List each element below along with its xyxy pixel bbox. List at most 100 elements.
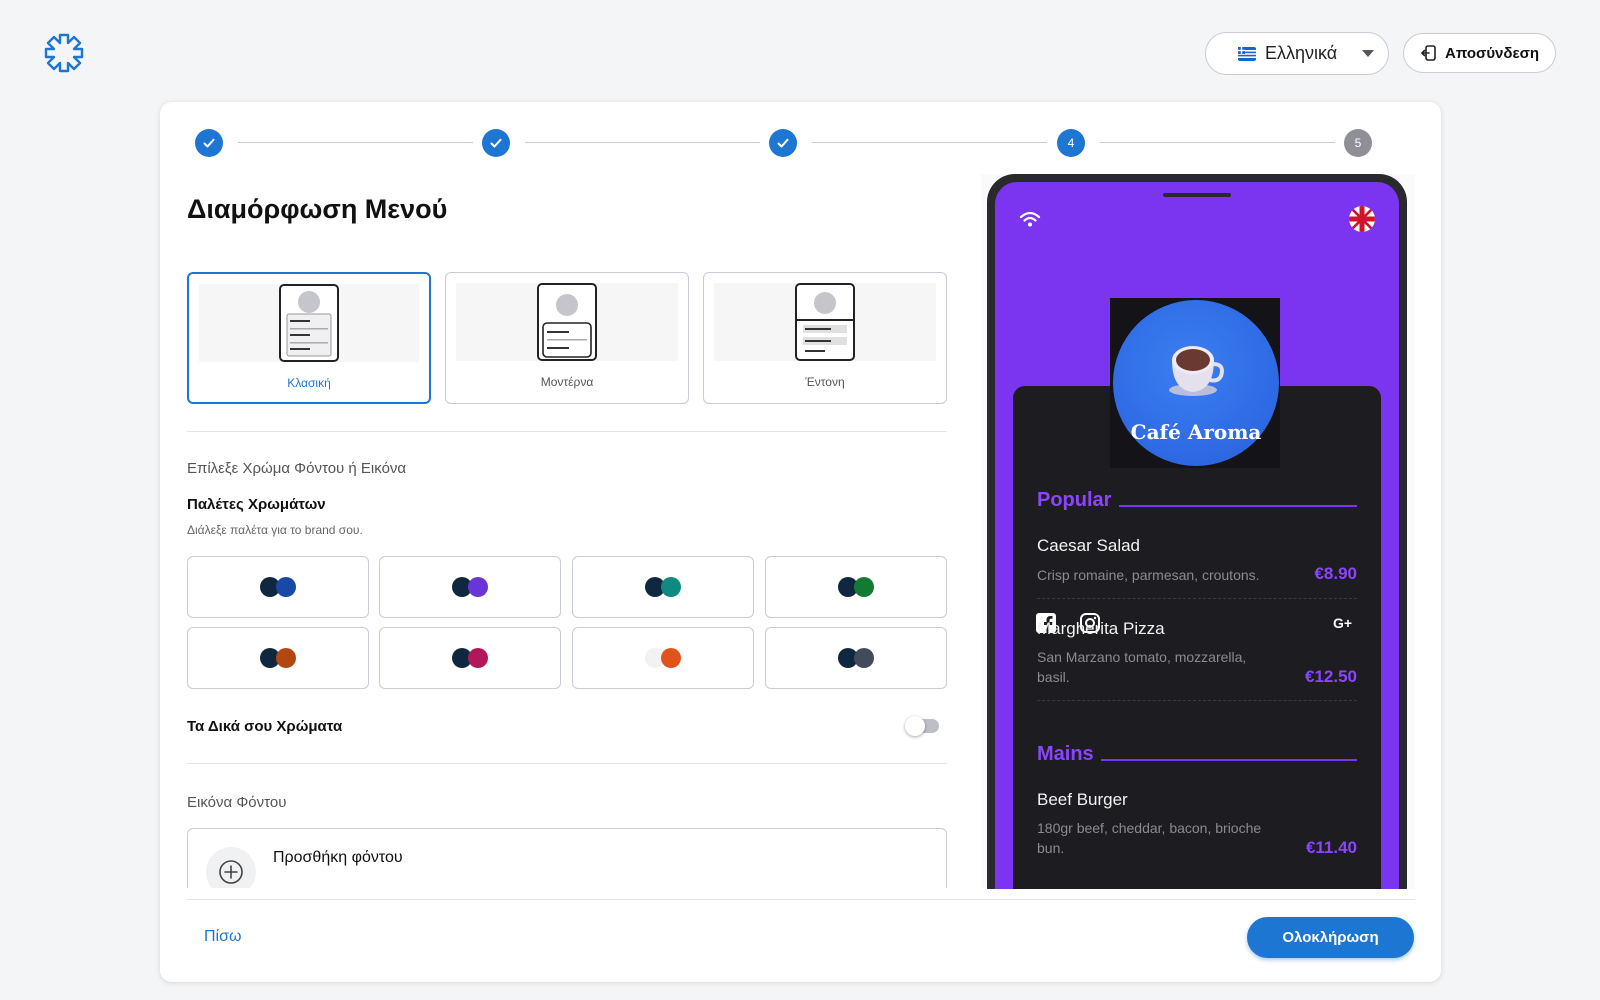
uk-flag-icon[interactable] [1349,206,1375,232]
palette-grid [187,556,947,690]
menu-item-separator [1037,598,1357,599]
palette-swatch [452,648,492,668]
add-background-upload[interactable]: Προσθήκη φόντου [187,828,947,888]
google-plus-icon[interactable]: G+ [1333,615,1357,631]
menu-item-price: €8.90 [1314,564,1357,583]
finish-button[interactable]: Ολοκλήρωση [1247,917,1414,958]
step-connector [812,142,1047,143]
template-thumbnail [456,283,678,361]
palettes-title: Παλέτες Χρωμάτων [187,496,326,513]
back-button[interactable]: Πίσω [204,928,241,946]
template-classic-preview-icon [279,284,339,362]
palette-option[interactable] [765,556,947,618]
menu-item-description: San Marzano tomato, mozzarella, basil. [1037,649,1247,685]
toggle-knob [905,716,925,736]
phone-frame: G+ Popular Caesar Salad Crisp romaine, p… [987,174,1407,889]
language-select-value: Ελληνικά [1265,43,1338,63]
step-connector [525,142,760,143]
palette-option[interactable] [572,627,754,689]
palette-accent-dot [276,648,296,668]
check-icon [777,138,789,148]
palette-option[interactable] [765,627,947,689]
background-image-label: Εικόνα Φόντου [187,794,287,811]
background-section-label: Επίλεξε Χρώμα Φόντου ή Εικόνα [187,460,407,477]
template-label: Έντονη [805,375,845,389]
palette-option[interactable] [572,556,754,618]
app-logo-icon [44,33,84,73]
menu-item-name: Beef Burger [1037,790,1128,809]
wifi-icon [1019,211,1041,227]
stepper: 4 5 [195,128,1395,158]
step-2-complete[interactable] [482,129,510,157]
brand-logo: Café Aroma [1110,298,1280,468]
step-connector [1100,142,1335,143]
palette-swatch [452,577,492,597]
menu-preview: G+ Popular Caesar Salad Crisp romaine, p… [981,174,1415,889]
logout-icon [1421,45,1436,61]
own-colors-label: Τα Δικά σου Χρώματα [187,718,343,735]
menu-item-description: Crisp romaine, parmesan, croutons. [1037,567,1260,583]
language-select[interactable]: Ελληνικά [1205,32,1389,75]
upload-plus-circle [206,847,256,888]
footer-divider [187,899,1415,900]
step-3-complete[interactable] [769,129,797,157]
menu-item-name: Caesar Salad [1037,536,1141,555]
template-thumbnail [714,283,936,361]
menu-section-title: Popular [1037,489,1112,511]
palette-accent-dot [468,577,488,597]
page-title: Διαμόρφωση Μενού [187,194,448,224]
check-icon [490,138,502,148]
phone-screen: G+ Popular Caesar Salad Crisp romaine, p… [995,182,1399,889]
palette-swatch [838,577,878,597]
template-label: Κλασική [287,376,331,390]
logout-button[interactable]: Αποσύνδεση [1403,33,1556,73]
template-bold[interactable]: Έντονη [703,272,947,404]
check-icon [203,138,215,148]
palette-swatch [645,648,685,668]
logout-label: Αποσύνδεση [1445,44,1540,62]
section-divider [187,763,947,764]
palette-option[interactable] [379,556,561,618]
menu-item-price: €11.40 [1305,838,1357,857]
step-4-active[interactable]: 4 [1057,129,1085,157]
palette-option[interactable] [187,627,369,689]
step-connector [238,142,473,143]
add-circle-icon [219,860,243,884]
palettes-description: Διάλεξε παλέτα για το brand σου. [187,523,363,537]
template-modern[interactable]: Μοντέρνα [445,272,689,404]
coffee-cup-icon [1169,346,1224,396]
palette-swatch [260,648,300,668]
phone-notch [1163,193,1231,197]
template-classic[interactable]: Κλασική [187,272,431,404]
template-bold-preview-icon [795,283,855,361]
brand-name: Café Aroma [1130,420,1262,444]
palette-accent-dot [468,648,488,668]
menu-item-name: Margherita Pizza [1037,619,1165,638]
palette-accent-dot [661,577,681,597]
step-5-pending[interactable]: 5 [1344,129,1372,157]
palette-swatch [260,577,300,597]
chevron-down-icon [1362,50,1374,57]
step-1-complete[interactable] [195,129,223,157]
template-modern-preview-icon [537,283,597,361]
wizard-card: 4 5 Διαμόρφωση Μενού Κλασική Μοντέρνα Έν… [160,102,1441,982]
upload-title: Προσθήκη φόντου [273,849,403,866]
template-label: Μοντέρνα [540,375,594,389]
own-colors-toggle[interactable] [905,716,939,736]
palette-accent-dot [854,577,874,597]
section-underline [1119,505,1357,507]
palette-option[interactable] [187,556,369,618]
palette-accent-dot [661,648,681,668]
brand-logo-circle: Café Aroma [1113,300,1279,466]
palette-accent-dot [854,648,874,668]
menu-item-description: 180gr beef, cheddar, bacon, brioche bun. [1037,820,1262,856]
svg-text:G+: G+ [1333,615,1352,631]
template-thumbnail [199,284,419,362]
menu-section-title: Mains [1037,743,1094,765]
template-options: Κλασική Μοντέρνα Έντονη [187,272,947,404]
palette-accent-dot [276,577,296,597]
menu-item-separator [1037,700,1357,701]
menu-item-price: €12.50 [1305,667,1357,686]
section-divider [187,431,947,432]
palette-option[interactable] [379,627,561,689]
